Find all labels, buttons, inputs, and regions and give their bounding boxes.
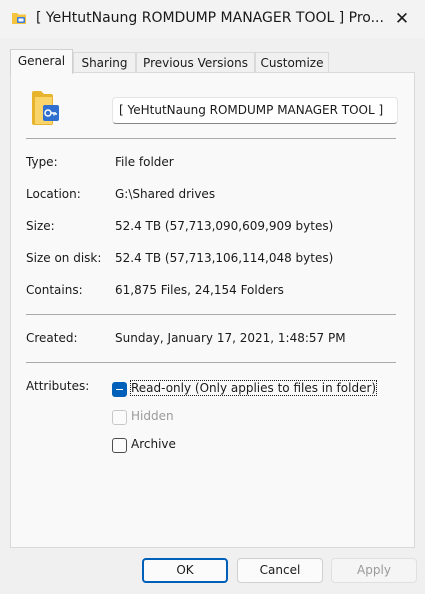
divider [26,362,396,363]
tab-sharing[interactable]: Sharing [73,52,136,73]
cancel-button[interactable]: Cancel [237,558,323,583]
folder-icon [12,13,26,24]
size-on-disk-value: 52.4 TB (57,713,106,114,048 bytes) [115,251,334,265]
size-on-disk-label: Size on disk: [26,251,102,265]
close-icon[interactable]: ✕ [379,0,425,38]
type-label: Type: [26,155,58,169]
readonly-label[interactable]: Read-only (Only applies to files in fold… [129,380,378,396]
attributes-label: Attributes: [26,379,90,393]
folder-name-input[interactable] [112,97,398,124]
size-value: 52.4 TB (57,713,090,609,909 bytes) [115,219,334,233]
hidden-checkbox[interactable] [112,410,127,425]
size-label: Size: [26,219,55,233]
general-panel [10,72,415,548]
contains-label: Contains: [26,283,83,297]
created-label: Created: [26,331,78,345]
location-value: G:\Shared drives [115,187,216,201]
created-value: Sunday, January 17, 2021, 1:48:57 PM [115,331,346,345]
archive-label[interactable]: Archive [131,437,176,451]
ok-button[interactable]: OK [142,558,228,583]
divider [26,314,396,315]
title-bar: [ YeHtutNaung ROMDUMP MANAGER TOOL ] Pro… [0,0,425,38]
tab-previous-versions[interactable]: Previous Versions [136,52,255,73]
apply-button[interactable]: Apply [331,558,417,583]
tab-customize[interactable]: Customize [255,52,329,73]
contains-value: 61,875 Files, 24,154 Folders [115,283,284,297]
tab-general[interactable]: General [10,49,73,74]
window-title: [ YeHtutNaung ROMDUMP MANAGER TOOL ] Pro… [36,10,384,26]
hidden-label: Hidden [131,409,174,423]
location-label: Location: [26,187,81,201]
readonly-checkbox[interactable] [112,382,127,397]
divider [26,138,396,139]
folder-icon [32,91,59,125]
type-value: File folder [115,155,174,169]
archive-checkbox[interactable] [112,438,127,453]
